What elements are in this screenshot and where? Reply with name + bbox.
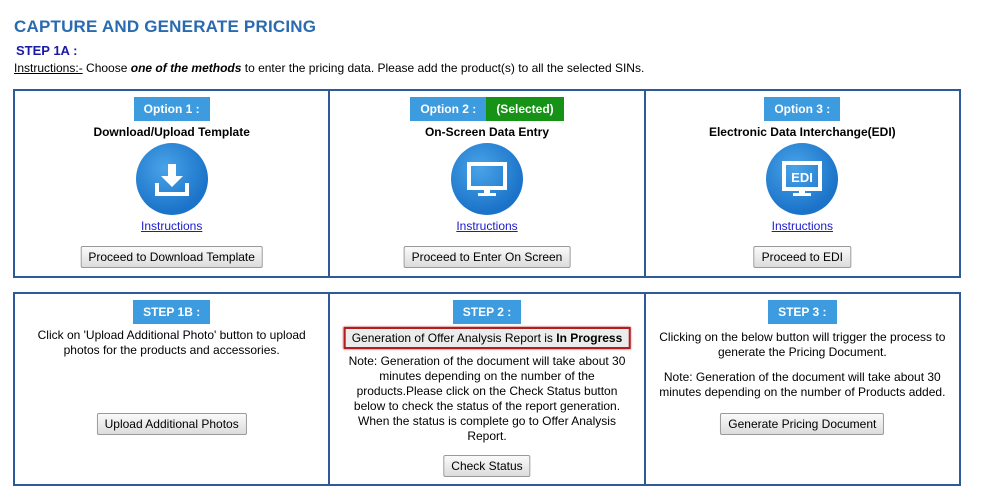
report-status-box: Generation of Offer Analysis Report is I… [343, 327, 631, 349]
option-2-title: On-Screen Data Entry [424, 125, 550, 139]
page-title: CAPTURE AND GENERATE PRICING [14, 17, 317, 36]
instructions-text-post: to enter the pricing data. Please add th… [241, 61, 645, 75]
instructions-line: Instructions:- Choose one of the methods… [14, 61, 644, 75]
proceed-enter-on-screen-button[interactable]: Proceed to Enter On Screen [403, 246, 571, 268]
step-1b-text: Click on 'Upload Additional Photo' butto… [37, 328, 306, 357]
instructions-emphasis: one of the methods [130, 61, 242, 75]
report-status-value: In Progress [556, 331, 623, 345]
report-status-label: Generation of Offer Analysis Report is [351, 331, 557, 345]
step-3-note: Note: Generation of the document will ta… [659, 370, 946, 399]
generate-pricing-document-button[interactable]: Generate Pricing Document [720, 413, 885, 435]
option-1-card: Option 1 : Download/Upload Template Inst… [15, 91, 331, 276]
option-1-title: Download/Upload Template [93, 125, 250, 139]
option-3-badge: Option 3 : [764, 97, 841, 121]
option-2-badge: Option 2 : [410, 97, 487, 121]
step-2-note: Note: Generation of the document will ta… [348, 354, 626, 443]
step-3-text: Clicking on the below button will trigge… [659, 330, 946, 359]
instructions-text-pre: Choose [82, 61, 131, 75]
upload-additional-photos-button[interactable]: Upload Additional Photos [96, 413, 247, 435]
option-2-card: Option 2 : (Selected) On-Screen Data Ent… [330, 91, 646, 276]
step-3-badge: STEP 3 : [768, 300, 837, 324]
step-1a-label: STEP 1A : [16, 43, 78, 58]
step-1b-card: STEP 1B : Click on 'Upload Additional Ph… [15, 294, 331, 484]
option-3-instructions-link[interactable]: Instructions [646, 219, 959, 233]
step-1b-badge: STEP 1B : [133, 300, 211, 324]
option-3-title: Electronic Data Interchange(EDI) [708, 125, 896, 139]
step-2-card: STEP 2 : Generation of Offer Analysis Re… [330, 294, 646, 484]
proceed-download-template-button[interactable]: Proceed to Download Template [80, 246, 263, 268]
option-1-badge: Option 1 : [133, 97, 210, 121]
proceed-edi-button[interactable]: Proceed to EDI [753, 246, 851, 268]
step-3-card: STEP 3 : Clicking on the below button wi… [646, 294, 959, 484]
edi-icon[interactable]: EDI [766, 143, 839, 215]
option-2-instructions-link[interactable]: Instructions [330, 219, 643, 233]
monitor-icon[interactable] [450, 143, 523, 215]
option-3-card: Option 3 : Electronic Data Interchange(E… [646, 91, 959, 276]
edi-icon-text: EDI [791, 170, 813, 185]
option-1-instructions-link[interactable]: Instructions [15, 219, 328, 233]
download-icon[interactable] [135, 143, 208, 215]
steps-panel: STEP 1B : Click on 'Upload Additional Ph… [13, 292, 961, 486]
check-status-button[interactable]: Check Status [443, 455, 531, 477]
selected-badge: (Selected) [486, 97, 564, 121]
instructions-label: Instructions:- [14, 61, 83, 75]
step-2-badge: STEP 2 : [452, 300, 522, 324]
options-panel: Option 1 : Download/Upload Template Inst… [13, 89, 961, 278]
